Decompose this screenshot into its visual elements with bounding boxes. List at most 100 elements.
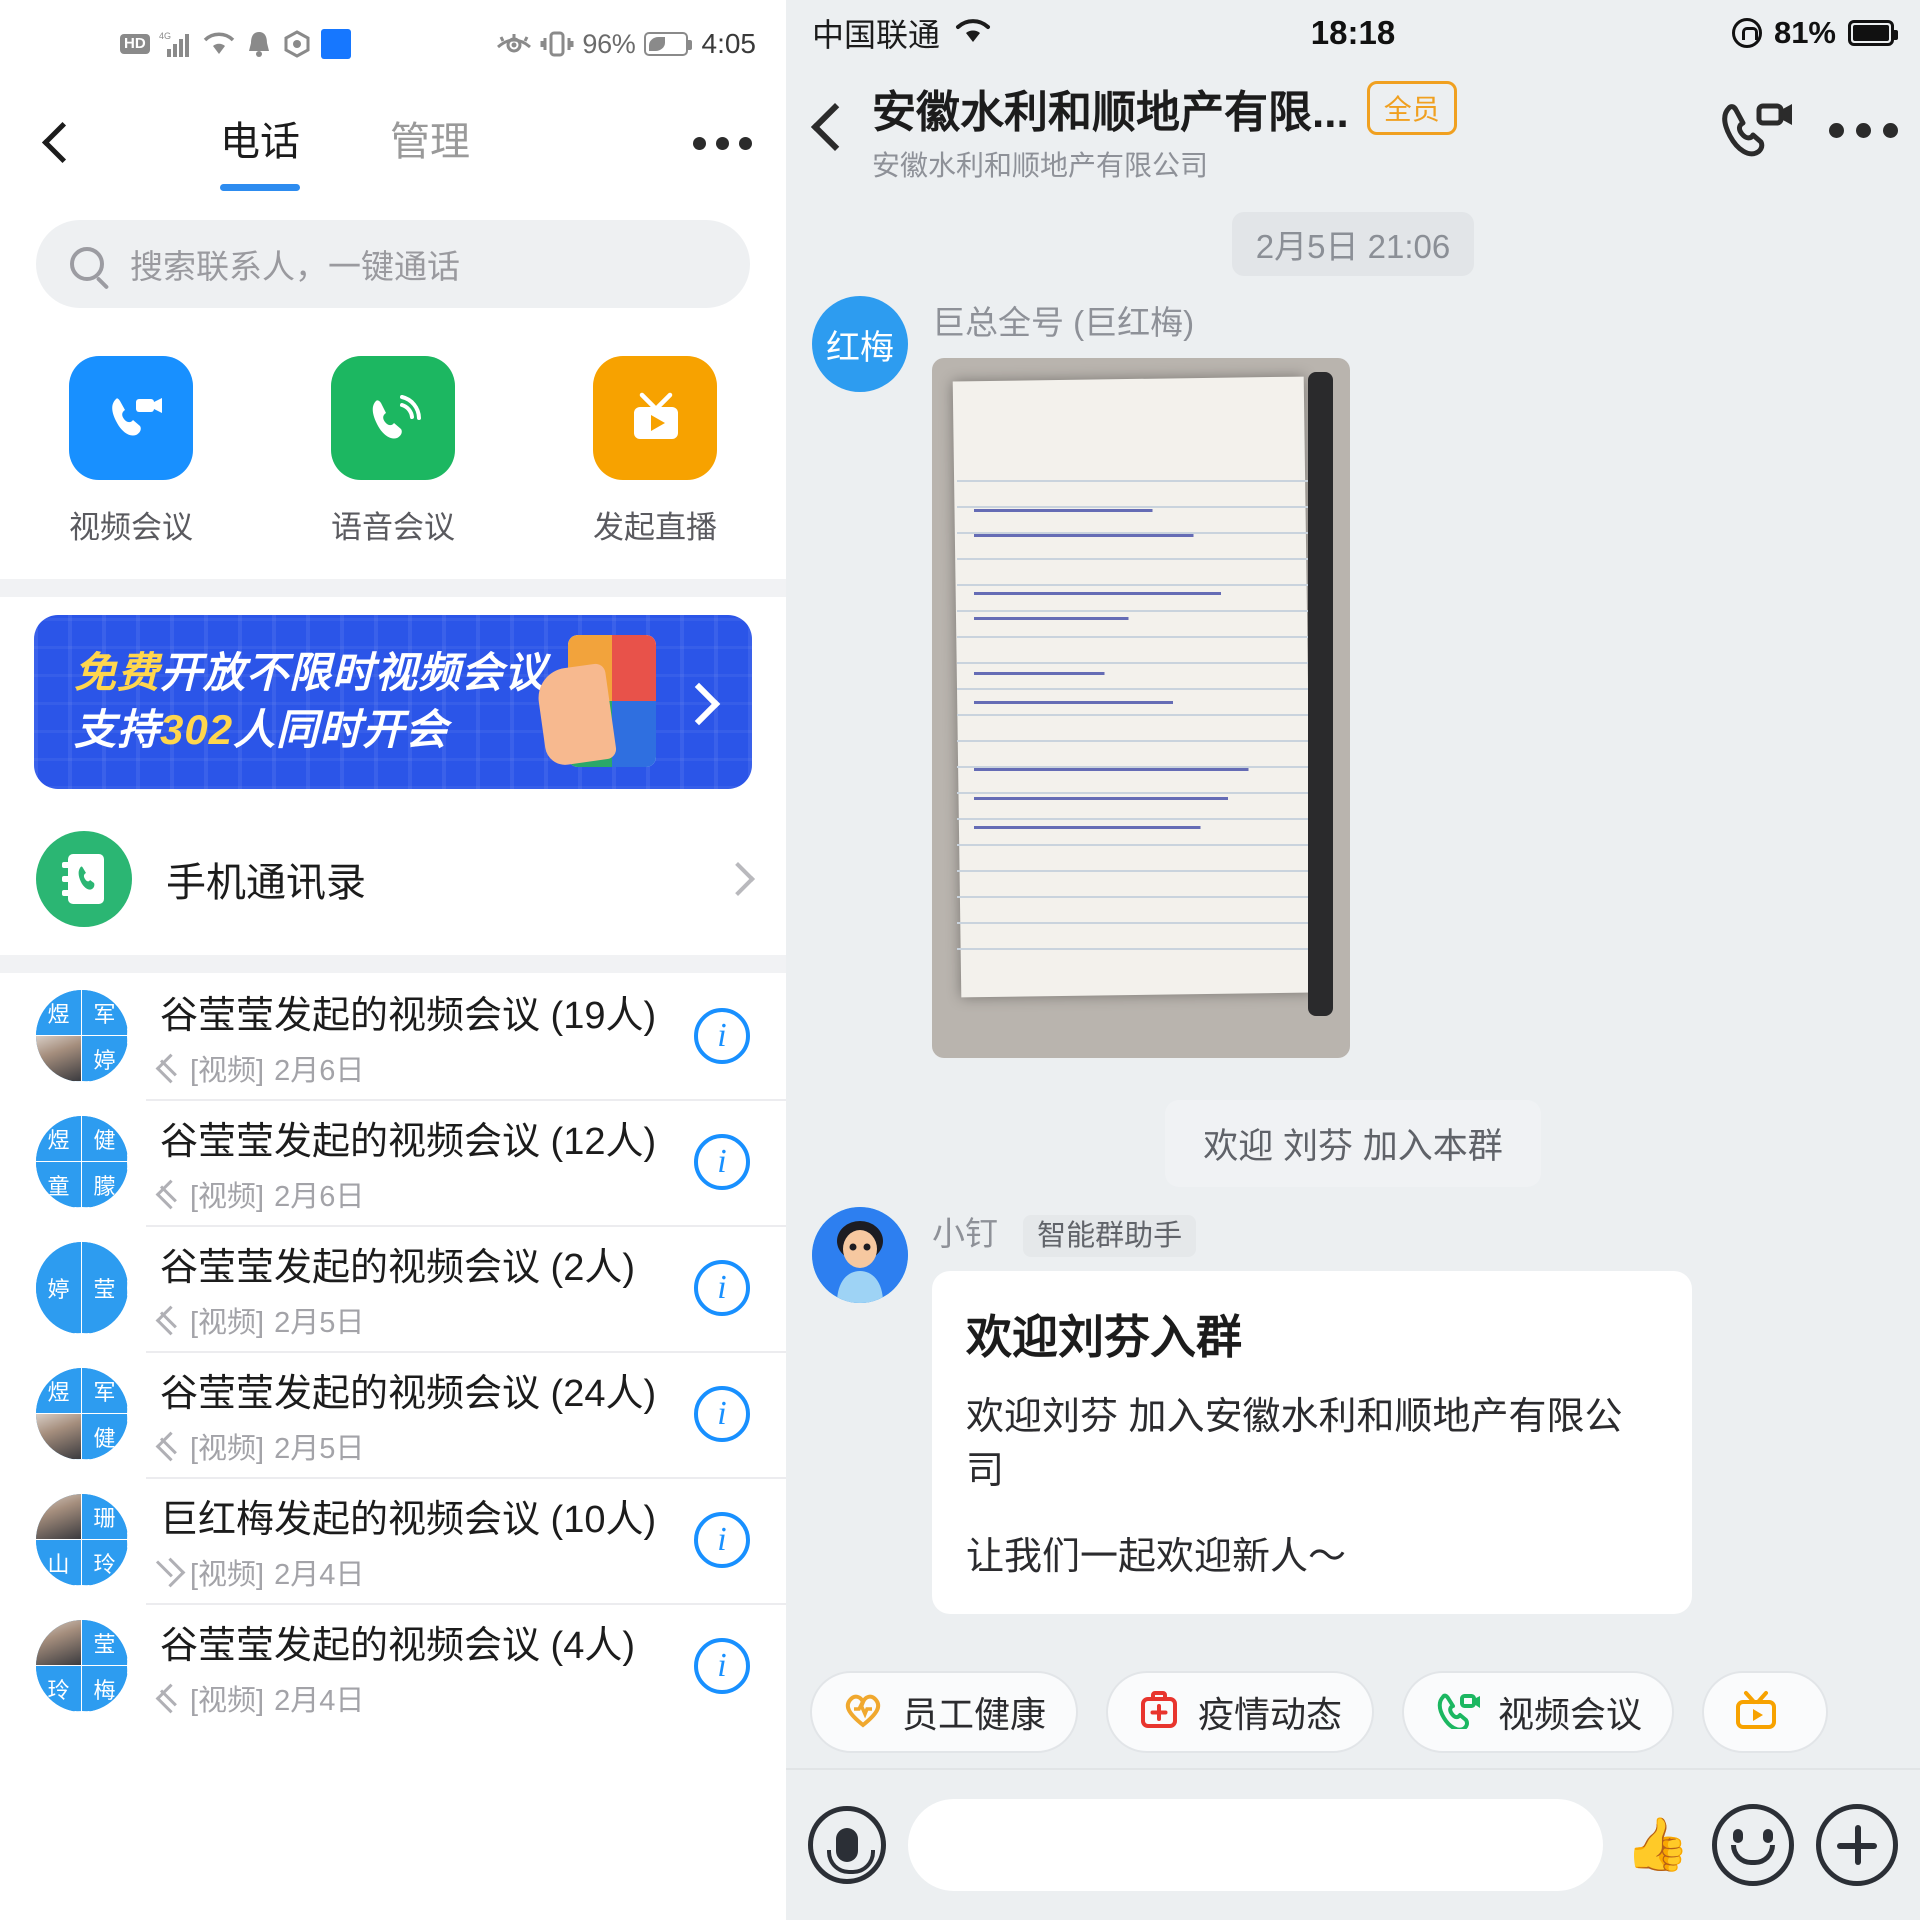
call-date: 2月5日 (274, 1432, 365, 1465)
avatar-cell-photo (36, 1036, 82, 1082)
info-icon[interactable]: i (694, 1008, 750, 1064)
chip-label: 员工健康 (902, 1694, 1047, 1735)
chevron-right-icon (682, 685, 716, 719)
call-direction-out-icon (160, 1310, 180, 1330)
tab-phone[interactable]: 电话 (220, 109, 300, 191)
avatar-cell: 健 (82, 1116, 128, 1162)
carrier-label: 中国联通 (812, 17, 941, 53)
chip-video-player[interactable] (1702, 1671, 1829, 1753)
svg-text:4G: 4G (159, 31, 171, 41)
chip-employee-health[interactable]: 员工健康 (810, 1671, 1079, 1753)
plus-icon[interactable] (1816, 1804, 1898, 1886)
quick-action-label: 视频会议 (69, 510, 193, 545)
more-dots-icon[interactable] (693, 136, 752, 150)
chat-input-bar: 👍 (786, 1768, 1920, 1920)
quick-action-video-meeting[interactable]: 视频会议 (0, 356, 262, 547)
table-row[interactable]: 煜 军 婷 谷莹莹发起的视频会议 (19人) [视频] 2月6日 i (0, 973, 786, 1099)
notebook-spine (1308, 372, 1334, 1016)
avatar-cell: 童 (36, 1162, 82, 1208)
chevron-right-icon (726, 867, 750, 891)
promo-banner[interactable]: 免费开放不限时视频会议 支持302人同时开会 (34, 615, 752, 789)
info-icon[interactable]: i (694, 1386, 750, 1442)
wifi-icon (202, 30, 236, 58)
microphone-icon[interactable] (808, 1806, 886, 1884)
table-row[interactable]: 煜 军 健 谷莹莹发起的视频会议 (24人) [视频] 2月5日 i (0, 1351, 786, 1477)
back-chevron-icon[interactable] (34, 120, 80, 166)
more-dots-icon[interactable] (1829, 122, 1898, 138)
quick-action-live-stream[interactable]: 发起直播 (524, 356, 786, 547)
avatar-cell: 莹 (82, 1620, 128, 1666)
info-icon[interactable]: i (694, 1260, 750, 1316)
message-sender-name: 巨总全号 (巨红梅) (932, 304, 1195, 341)
call-date: 2月4日 (274, 1558, 365, 1591)
table-row[interactable]: 珊 山 玲 巨红梅发起的视频会议 (10人) [视频] 2月4日 i (0, 1477, 786, 1603)
call-date: 2月4日 (274, 1684, 365, 1717)
avatar[interactable]: 红梅 (812, 296, 908, 392)
call-type-tag: [视频] (190, 1432, 265, 1465)
avatar-cell: 玲 (36, 1666, 82, 1712)
back-chevron-icon[interactable] (808, 104, 854, 156)
banner-line2-rest: 人同时开会 (233, 706, 449, 753)
photo-message-block: 红梅 巨总全号 (巨红梅) (786, 286, 1920, 1058)
search-input[interactable]: 搜索联系人，一键通话 (36, 220, 750, 308)
wifi-icon (954, 16, 992, 51)
avatar: 煜 军 健 (36, 1368, 128, 1460)
avatar-cell: 玲 (82, 1540, 128, 1586)
video-call-icon[interactable] (1713, 96, 1795, 165)
chat-nav-bar: 安徽水利和顺地产有限... 全员 安徽水利和顺地产有限公司 (786, 66, 1920, 194)
avatar-cell: 婷 (82, 1036, 128, 1082)
phonebook-entry[interactable]: 手机通讯录 (0, 803, 786, 955)
chat-subtitle: 安徽水利和顺地产有限公司 (872, 150, 1209, 181)
phonebook-icon (36, 831, 132, 927)
search-placeholder: 搜索联系人，一键通话 (130, 248, 460, 285)
avatar-cell: 煜 (36, 990, 82, 1036)
dingtalk-phone-panel: HD 4G 96% 4:05 电话 管理 搜索联系人，一键通话 视频会议 语音会… (0, 0, 786, 1920)
call-direction-out-icon (160, 1058, 180, 1078)
blue-app-icon (320, 29, 351, 59)
medical-kit-icon (1138, 1690, 1180, 1735)
avatar-cell: 莹 (82, 1242, 128, 1334)
avatar-cell: 山 (36, 1540, 82, 1586)
chip-epidemic-news[interactable]: 疫情动态 (1106, 1671, 1375, 1753)
avatar-cell: 朦 (82, 1162, 128, 1208)
welcome-card[interactable]: 欢迎刘芬入群 欢迎刘芬 加入安徽水利和顺地产有限公司 让我们一起欢迎新人～ (932, 1271, 1692, 1614)
bot-message-block: 小钉 智能群助手 欢迎刘芬入群 欢迎刘芬 加入安徽水利和顺地产有限公司 让我们一… (786, 1197, 1920, 1614)
quick-action-label: 语音会议 (331, 510, 455, 545)
call-direction-out-icon (160, 1436, 180, 1456)
bot-role-badge: 智能群助手 (1023, 1215, 1197, 1257)
call-type-tag: [视频] (190, 1306, 265, 1339)
table-row[interactable]: 煜 健 童 朦 谷莹莹发起的视频会议 (12人) [视频] 2月6日 i (0, 1099, 786, 1225)
chip-video-meeting[interactable]: 视频会议 (1402, 1671, 1675, 1753)
welcome-card-footer: 让我们一起欢迎新人～ (966, 1535, 1347, 1578)
emoji-icon[interactable] (1712, 1804, 1794, 1886)
hd-icon: HD (120, 34, 150, 54)
call-history-list: 煜 军 婷 谷莹莹发起的视频会议 (19人) [视频] 2月6日 i 煜 健 童… (0, 973, 786, 1729)
avatar-cell-photo (36, 1414, 82, 1460)
bot-avatar[interactable] (812, 1207, 908, 1303)
call-date: 2月5日 (274, 1306, 365, 1339)
info-icon[interactable]: i (694, 1134, 750, 1190)
call-type-tag: [视频] (190, 1684, 265, 1717)
table-row[interactable]: 莹 玲 梅 谷莹莹发起的视频会议 (4人) [视频] 2月4日 i (0, 1603, 786, 1729)
table-row[interactable]: 婷 莹 谷莹莹发起的视频会议 (2人) [视频] 2月5日 i (0, 1225, 786, 1351)
info-icon[interactable]: i (694, 1638, 750, 1694)
tab-manage[interactable]: 管理 (390, 109, 470, 177)
thumbs-up-icon[interactable]: 👍 (1625, 1819, 1690, 1871)
notebook-photo[interactable] (932, 358, 1350, 1058)
dingtalk-chat-panel: 中国联通 18:18 81% 安徽水利和顺地产有限... 全员 安徽水利和顺地产… (786, 0, 1920, 1920)
avatar-cell: 梅 (82, 1666, 128, 1712)
avatar-cell: 珊 (82, 1494, 128, 1540)
status-badge: 全员 (1366, 81, 1457, 135)
signal-bars-icon: 4G (159, 29, 193, 59)
page-title: 安徽水利和顺地产有限... (872, 88, 1349, 137)
battery-icon (643, 32, 692, 56)
avatar-cell: 军 (82, 990, 128, 1036)
avatar: 珊 山 玲 (36, 1494, 128, 1586)
message-input[interactable] (908, 1799, 1604, 1891)
quick-action-voice-meeting[interactable]: 语音会议 (262, 356, 524, 547)
message-sender-name: 小钉 (932, 1215, 998, 1252)
info-icon[interactable]: i (694, 1512, 750, 1568)
clock-label: 4:05 (701, 28, 757, 59)
quick-action-row: 视频会议 语音会议 发起直播 (0, 308, 786, 579)
phonebook-label: 手机通讯录 (166, 861, 366, 905)
